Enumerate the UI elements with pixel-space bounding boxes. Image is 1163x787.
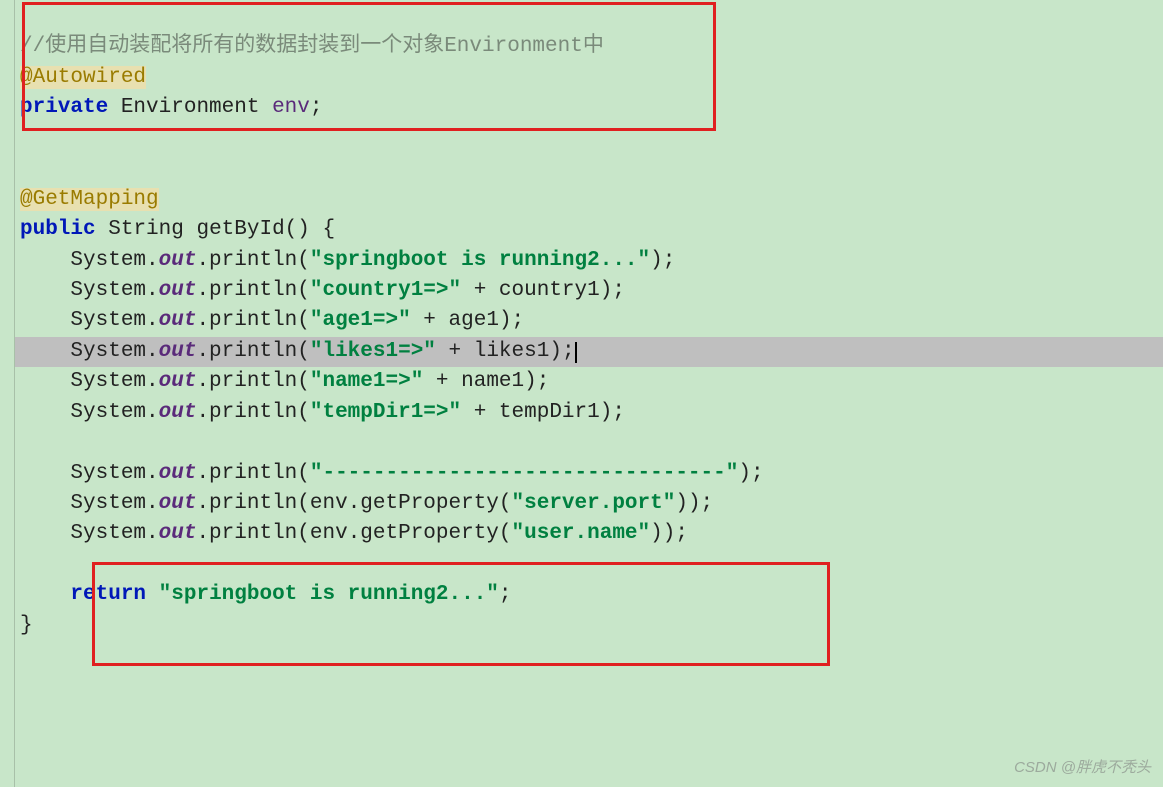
- sys: System.: [70, 279, 158, 302]
- close: );: [663, 522, 688, 545]
- close: );: [738, 462, 763, 485]
- str-name: "name1=>": [310, 370, 423, 393]
- close: );: [650, 249, 675, 272]
- out: out: [159, 370, 197, 393]
- sys: System.: [70, 492, 158, 515]
- text-cursor: [575, 342, 577, 363]
- semi: ;: [499, 583, 512, 606]
- str-country: "country1=>": [310, 279, 461, 302]
- println: .println(: [196, 279, 309, 302]
- gutter: [0, 0, 15, 787]
- plus: +: [423, 370, 461, 393]
- plus: +: [461, 279, 499, 302]
- println: .println(: [196, 340, 309, 363]
- println: .println(: [196, 309, 309, 332]
- keyword-public: public: [20, 218, 96, 241]
- plus: +: [461, 401, 499, 424]
- str-age: "age1=>": [310, 309, 411, 332]
- watermark: CSDN @胖虎不秃头: [1014, 757, 1151, 779]
- println: .println(: [196, 462, 309, 485]
- var-name: name1: [461, 370, 524, 393]
- highlighted-code-line[interactable]: System.out.println("likes1=>" + likes1);: [0, 337, 1163, 367]
- plus: +: [411, 309, 449, 332]
- out: out: [159, 401, 197, 424]
- var-age: age1: [449, 309, 499, 332]
- str-likes: "likes1=>": [310, 340, 436, 363]
- semi: ;: [310, 96, 323, 119]
- brace-close: }: [20, 614, 33, 637]
- closeparen: ): [675, 492, 688, 515]
- sys: System.: [70, 370, 158, 393]
- sys: System.: [70, 462, 158, 485]
- close: );: [600, 279, 625, 302]
- str-return: "springboot is running2...": [159, 583, 499, 606]
- println: .println(: [196, 492, 309, 515]
- str-temp: "tempDir1=>": [310, 401, 461, 424]
- var-env: env: [272, 96, 310, 119]
- var-country: country1: [499, 279, 600, 302]
- comment-line: //使用自动装配将所有的数据封装到一个对象Environment中: [20, 35, 604, 58]
- getprop: .getProperty(: [348, 492, 512, 515]
- close: );: [524, 370, 549, 393]
- out: out: [159, 492, 197, 515]
- keyword-return: return: [70, 583, 146, 606]
- close: );: [600, 401, 625, 424]
- var-env: env: [310, 492, 348, 515]
- println: .println(: [196, 401, 309, 424]
- closeparen: ): [650, 522, 663, 545]
- sys: System.: [70, 309, 158, 332]
- var-likes: likes1: [474, 340, 550, 363]
- out: out: [159, 279, 197, 302]
- close: );: [549, 340, 574, 363]
- out: out: [159, 340, 197, 363]
- out: out: [159, 309, 197, 332]
- println: .println(: [196, 249, 309, 272]
- out: out: [159, 249, 197, 272]
- var-env: env: [310, 522, 348, 545]
- annotation-getmapping: @GetMapping: [20, 188, 159, 211]
- type-environment: Environment: [121, 96, 260, 119]
- plus: +: [436, 340, 474, 363]
- annotation-autowired: @Autowired: [20, 66, 146, 89]
- sys: System.: [70, 401, 158, 424]
- str-serverport: "server.port": [512, 492, 676, 515]
- keyword-private: private: [20, 96, 108, 119]
- sys: System.: [70, 340, 158, 363]
- sys: System.: [70, 249, 158, 272]
- sys: System.: [70, 522, 158, 545]
- str-dashes: "--------------------------------": [310, 462, 738, 485]
- out: out: [159, 522, 197, 545]
- type-string: String: [108, 218, 184, 241]
- println: .println(: [196, 522, 309, 545]
- out: out: [159, 462, 197, 485]
- getprop: .getProperty(: [348, 522, 512, 545]
- code-editor[interactable]: //使用自动装配将所有的数据封装到一个对象Environment中 @Autow…: [0, 0, 1163, 641]
- str-username: "user.name": [512, 522, 651, 545]
- str-running: "springboot is running2...": [310, 249, 650, 272]
- close: );: [499, 309, 524, 332]
- var-temp: tempDir1: [499, 401, 600, 424]
- close: );: [688, 492, 713, 515]
- method-sig: getById() {: [196, 218, 335, 241]
- println: .println(: [196, 370, 309, 393]
